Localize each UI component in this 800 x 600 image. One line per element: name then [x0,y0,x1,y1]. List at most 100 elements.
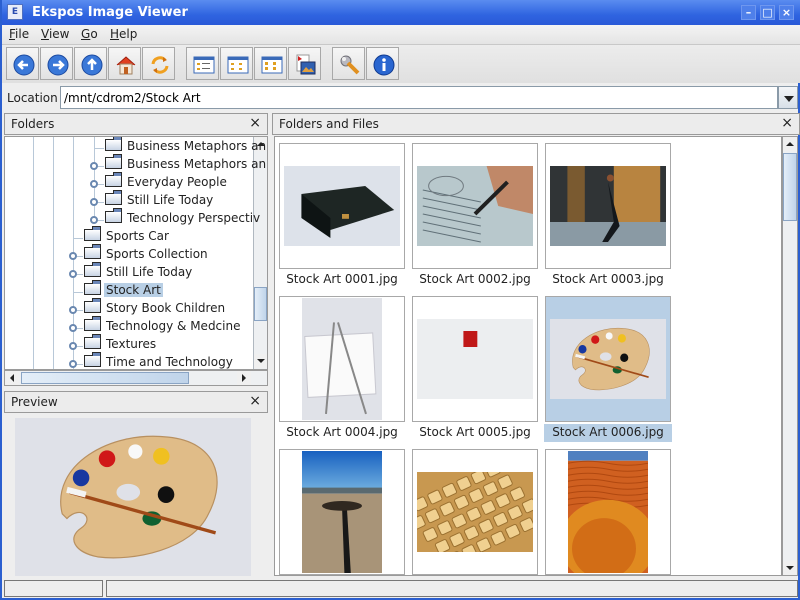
menu-mnemonic: H [110,27,120,41]
location-dropdown-button[interactable] [778,86,798,109]
easel-image [302,298,382,420]
location-input[interactable] [60,86,778,109]
files-panel-close-button[interactable]: × [781,115,793,131]
scroll-left-button[interactable] [5,371,19,385]
folder-icon [84,244,101,259]
file-name-label[interactable]: Stock Art 0005.jpg [411,424,539,442]
folders-panel-close-button[interactable]: × [249,115,261,131]
file-thumbnail[interactable] [545,296,671,422]
businessman-walking-image [550,166,666,246]
file-thumbnail[interactable] [279,449,405,575]
scroll-thumb[interactable] [21,372,189,384]
preview-area [4,414,268,576]
tree-expand-toggle[interactable] [69,306,77,314]
up-button[interactable] [74,47,107,80]
back-button[interactable] [6,47,39,80]
tree-expand-toggle[interactable] [90,216,98,224]
file-thumbnail[interactable] [279,296,405,422]
arrow-right-icon [242,374,246,382]
tree-expand-toggle[interactable] [69,270,77,278]
tree-node-label: Stock Art [104,283,163,297]
tree-expand-toggle[interactable] [69,342,77,350]
scroll-right-button[interactable] [237,371,251,385]
tree-node[interactable]: Everyday People [105,172,229,193]
folder-icon [105,190,122,205]
file-name-label[interactable]: Stock Art 0004.jpg [278,424,406,442]
file-thumbnail[interactable] [412,449,538,575]
settings-button[interactable] [332,47,365,80]
tree-node-label: Sports Car [106,229,169,243]
maximize-button[interactable]: □ [760,5,775,20]
file-name-label[interactable]: Stock Art 0003.jpg [544,271,672,289]
file-name-label[interactable]: Stock Art 0001.jpg [278,271,406,289]
image-viewer-button[interactable] [288,47,321,80]
menu-help[interactable]: Help [110,27,137,41]
scroll-thumb[interactable] [254,287,267,321]
list-view-icon [193,56,215,74]
folders-panel-header: Folders × [4,113,268,135]
tree-expand-toggle[interactable] [90,198,98,206]
preview-panel-close-button[interactable]: × [249,393,261,409]
tree-connector [73,292,83,293]
tree-node[interactable]: Story Book Children [84,298,227,319]
scroll-down-button[interactable] [783,561,797,575]
file-grid-vscrollbar[interactable] [782,136,798,576]
tree-expand-toggle[interactable] [90,180,98,188]
preview-panel-title: Preview [11,395,58,409]
thumbnail-view-button[interactable] [254,47,287,80]
tree-node-label: Everyday People [127,175,227,189]
close-icon: × [781,6,792,19]
file-name-label[interactable]: Stock Art 0002.jpg [411,271,539,289]
minimize-button[interactable]: – [741,5,756,20]
file-thumbnail[interactable] [545,449,671,575]
arrow-left-icon [10,374,14,382]
scroll-down-button[interactable] [254,354,267,368]
keyboard-image [417,472,533,552]
menu-bar: File View Go Help [2,25,800,45]
folder-icon [84,334,101,349]
forward-button[interactable] [40,47,73,80]
tree-expand-toggle[interactable] [69,324,77,332]
info-icon [373,54,395,76]
tree-expand-toggle[interactable] [90,162,98,170]
tree-node[interactable]: Business Metaphors an [105,137,267,157]
file-thumbnail[interactable] [279,143,405,269]
tree-node[interactable]: Technology Perspectiv [105,208,262,229]
file-thumbnail[interactable] [412,296,538,422]
folder-tree-hscrollbar[interactable] [4,370,268,386]
tree-node[interactable]: Technology & Medcine [84,316,242,337]
close-window-button[interactable]: × [779,5,794,20]
folder-icon [105,208,122,223]
folder-icon [84,262,101,277]
menu-go[interactable]: Go [81,27,98,41]
menu-mnemonic: V [41,27,49,41]
folder-icon [84,298,101,313]
tree-expand-toggle[interactable] [69,252,77,260]
tree-node-label: Business Metaphors an [127,139,267,153]
menu-file[interactable]: File [9,27,29,41]
file-thumbnail[interactable] [412,143,538,269]
scroll-thumb[interactable] [783,153,797,221]
file-thumbnail[interactable] [545,143,671,269]
menu-mnemonic: G [81,27,91,41]
file-name-label[interactable]: Stock Art 0006.jpg [544,424,672,442]
folder-tree: Business Metaphors an Business Metaphors … [4,136,268,370]
refresh-button[interactable] [142,47,175,80]
home-button[interactable] [108,47,141,80]
details-view-button[interactable] [220,47,253,80]
tree-node[interactable]: Sports Collection [84,244,210,265]
gift-box-image [417,319,533,399]
menu-label: iew [48,27,70,41]
preview-panel-header: Preview × [4,391,268,413]
tree-expand-toggle[interactable] [69,360,77,368]
scroll-up-button[interactable] [783,137,797,151]
title-bar[interactable]: E Ekspos Image Viewer – □ × [2,0,800,25]
tree-node[interactable]: Business Metaphors an [105,154,267,175]
tree-node[interactable]: Time and Technology [84,352,235,369]
menu-view[interactable]: View [41,27,69,41]
about-button[interactable] [366,47,399,80]
list-view-button[interactable] [186,47,219,80]
arrow-down-icon [257,359,265,363]
arrow-right-icon [47,54,69,76]
files-panel-title: Folders and Files [279,117,379,131]
